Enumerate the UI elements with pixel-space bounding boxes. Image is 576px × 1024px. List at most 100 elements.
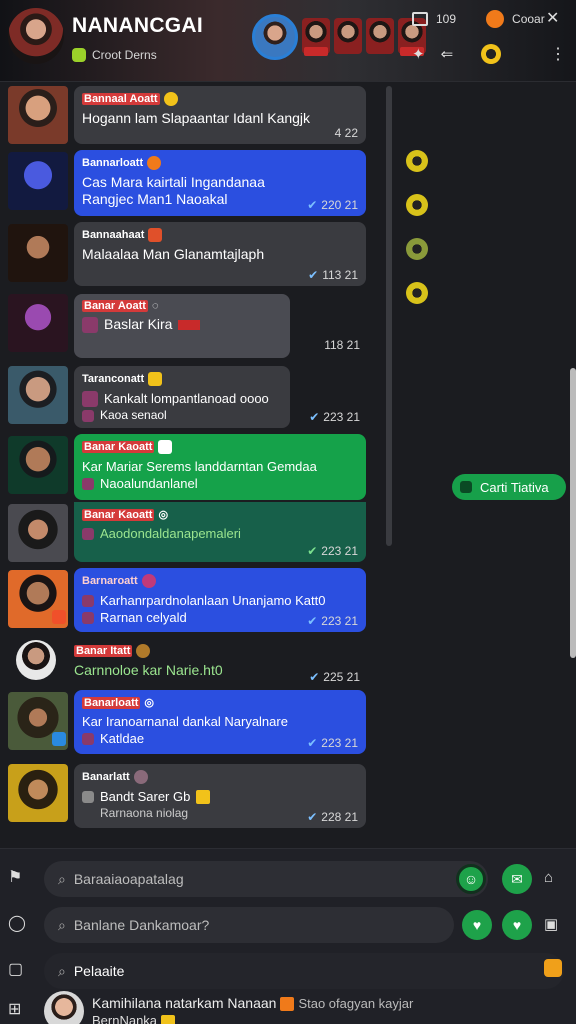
thumb-icon: [82, 477, 94, 490]
thumb-icon: [82, 390, 98, 407]
sender-avatar[interactable]: [8, 436, 68, 494]
profile-icon[interactable]: [481, 44, 502, 64]
message-feed[interactable]: Bannaal Aoatt Hogann lam Slapaantar Idan…: [0, 82, 386, 844]
message-bubble[interactable]: Banarlatt Bandt Sarer Gb Rarnaona niolag…: [74, 764, 366, 828]
pin-icon[interactable]: ✦: [412, 45, 425, 63]
window-icon[interactable]: [412, 12, 428, 26]
sender-avatar[interactable]: [8, 764, 68, 822]
thumb-icon: [82, 527, 94, 540]
composer-row: ◯ ⌕ Banlane Dankamoar? ♥ ♥ ▣: [0, 901, 576, 945]
sticker-icon[interactable]: [544, 959, 562, 977]
search-input-1[interactable]: ⌕ Baraaiaoapatalag: [44, 861, 488, 897]
thumb-icon: [82, 409, 94, 422]
search-input-text: Baraaiaoapatalag: [73, 871, 184, 887]
reaction-icon[interactable]: [406, 194, 428, 216]
message-text: Baslar Kira: [104, 316, 173, 332]
sender-avatar[interactable]: [8, 570, 68, 628]
search-input-3[interactable]: ⌕ Pelaaite: [44, 953, 564, 989]
status-count: 109: [436, 12, 457, 26]
secure-icon[interactable]: ⌂: [544, 869, 553, 886]
sender-avatar[interactable]: [8, 294, 68, 352]
composer-row: ⚑ ⌕ Baraaiaoapatalag ☺ ✉ ⌂: [0, 855, 576, 899]
member-avatar[interactable]: [334, 18, 362, 54]
message-meta: ✔ 223 21: [307, 544, 358, 558]
status-dot-icon: [486, 10, 505, 28]
comment-icon[interactable]: ◯: [8, 913, 26, 933]
square-icon[interactable]: ▢: [8, 959, 23, 979]
contact-pill-label: Carti Tiativa: [480, 479, 549, 495]
message-meta: ✔ 225 21: [309, 670, 360, 684]
sender-avatar[interactable]: [8, 692, 68, 750]
reaction-icon[interactable]: [406, 238, 428, 260]
message-row: Bannaal Aoatt Hogann lam Slapaantar Idan…: [0, 84, 386, 148]
sender-avatar[interactable]: [8, 366, 68, 424]
sender-name: Bannaahaat: [82, 229, 145, 241]
member-avatar[interactable]: [366, 18, 394, 54]
reaction-icon[interactable]: [406, 150, 428, 172]
book-icon[interactable]: ⊞: [8, 999, 21, 1019]
plain-message[interactable]: Banar Itatt Carnnoloe kar Narie.ht0: [74, 644, 223, 679]
attach-button[interactable]: ☺: [456, 864, 486, 894]
contact-icon: [460, 481, 472, 493]
search-input-2[interactable]: ⌕ Banlane Dankamoar?: [44, 907, 454, 943]
message-meta: ✔ 220 21: [307, 198, 358, 212]
emoji-icon: [133, 770, 148, 784]
flag-icon[interactable]: ⚑: [8, 867, 22, 887]
side-scrollbar[interactable]: [570, 368, 576, 658]
channel-avatar[interactable]: [8, 8, 64, 64]
badge-icon: [280, 997, 295, 1012]
message-meta: ✔ 223 21: [307, 736, 358, 750]
message-row: Banar Kaoatt ◎ Aaodondaldanapemaleri ✔ 223…: [0, 502, 386, 564]
user-status-text: Kamihilana natarkam Nanaan: [92, 995, 277, 1011]
message-text-line2: Katldae: [100, 731, 145, 746]
message-row: Taranconatt Kankalt lompantlanoad oooo K…: [0, 364, 386, 430]
message-text-line2: Rarnan celyald: [100, 610, 187, 625]
sender-avatar[interactable]: [8, 504, 68, 562]
thumb-icon: [82, 790, 94, 803]
message-bubble[interactable]: Bannaal Aoatt Hogann lam Slapaantar Idan…: [74, 86, 366, 144]
message-text: Karhanrpardnolanlaan Unanjamo Katt0: [100, 593, 326, 608]
message-bubble[interactable]: Bannarloatt Cas Mara kairtali Ingandanaa…: [74, 150, 366, 216]
message-meta: 118 21: [324, 338, 360, 352]
sender-name: Banar Kaoatt: [82, 441, 155, 453]
read-check-icon: ✔: [308, 268, 319, 282]
info-icon: ◎: [144, 697, 155, 709]
sender-avatar[interactable]: [8, 86, 68, 144]
chat-button[interactable]: ✉: [502, 864, 532, 894]
contact-pill[interactable]: Carti Tiativa: [452, 474, 566, 500]
feed-scrollbar[interactable]: [386, 86, 392, 546]
search-input-text: Pelaaite: [73, 963, 125, 979]
sender-name: Banarloatt: [82, 696, 141, 709]
message-bubble[interactable]: Banar Kaoatt ◎ Aaodondaldanapemaleri ✔ 223…: [74, 502, 366, 562]
channel-title: NANANCGAI: [72, 14, 204, 37]
message-meta: ✔ 228 21: [307, 810, 358, 824]
more-options-icon[interactable]: ⋮: [550, 44, 566, 64]
search-icon: ⌕: [58, 870, 66, 887]
heart-button[interactable]: ♥: [502, 910, 532, 940]
reaction-icon[interactable]: [406, 282, 428, 304]
member-avatar[interactable]: [302, 18, 330, 56]
emoji-icon: [141, 574, 156, 588]
message-bubble[interactable]: Banar Kaoatt Kar Mariar Serems landdarnt…: [74, 434, 366, 500]
message-bubble[interactable]: Taranconatt Kankalt lompantlanoad oooo K…: [74, 366, 290, 428]
message-bubble[interactable]: Banar Aoatt ◌ Baslar Kira: [74, 294, 290, 358]
close-icon[interactable]: ✕: [546, 8, 559, 28]
message-text-line2: Kaoa senaol: [100, 408, 167, 422]
sender-name: Banar Kaoatt: [82, 508, 155, 521]
message-bubble[interactable]: Bannaahaat Malaalaa Man Glanamtajlaph ✔ 1…: [74, 222, 366, 286]
message-bubble[interactable]: Banarloatt ◎ Kar Iranoarnanal dankal Nary…: [74, 690, 366, 754]
user-row[interactable]: ⊞ Kamihilana natarkam Nanaan Stao ofagyan…: [0, 989, 576, 1024]
active-member-avatar[interactable]: [252, 14, 298, 60]
message-bubble[interactable]: Barnaroatt Karhanrpardnolanlaan Unanjamo…: [74, 568, 366, 632]
sender-avatar[interactable]: [8, 224, 68, 282]
sender-avatar[interactable]: [8, 152, 68, 210]
clipboard-icon[interactable]: ▣: [544, 915, 558, 933]
read-check-icon: ✔: [307, 198, 318, 212]
user-avatar[interactable]: [44, 991, 84, 1024]
back-icon[interactable]: ⇐: [441, 45, 454, 63]
reaction-column: [406, 150, 428, 304]
sender-name: Barnaroatt: [82, 575, 138, 587]
sender-avatar[interactable]: [16, 640, 56, 680]
message-text: Cas Mara kairtali Ingandanaa: [82, 174, 265, 190]
like-button[interactable]: ♥: [462, 910, 492, 940]
